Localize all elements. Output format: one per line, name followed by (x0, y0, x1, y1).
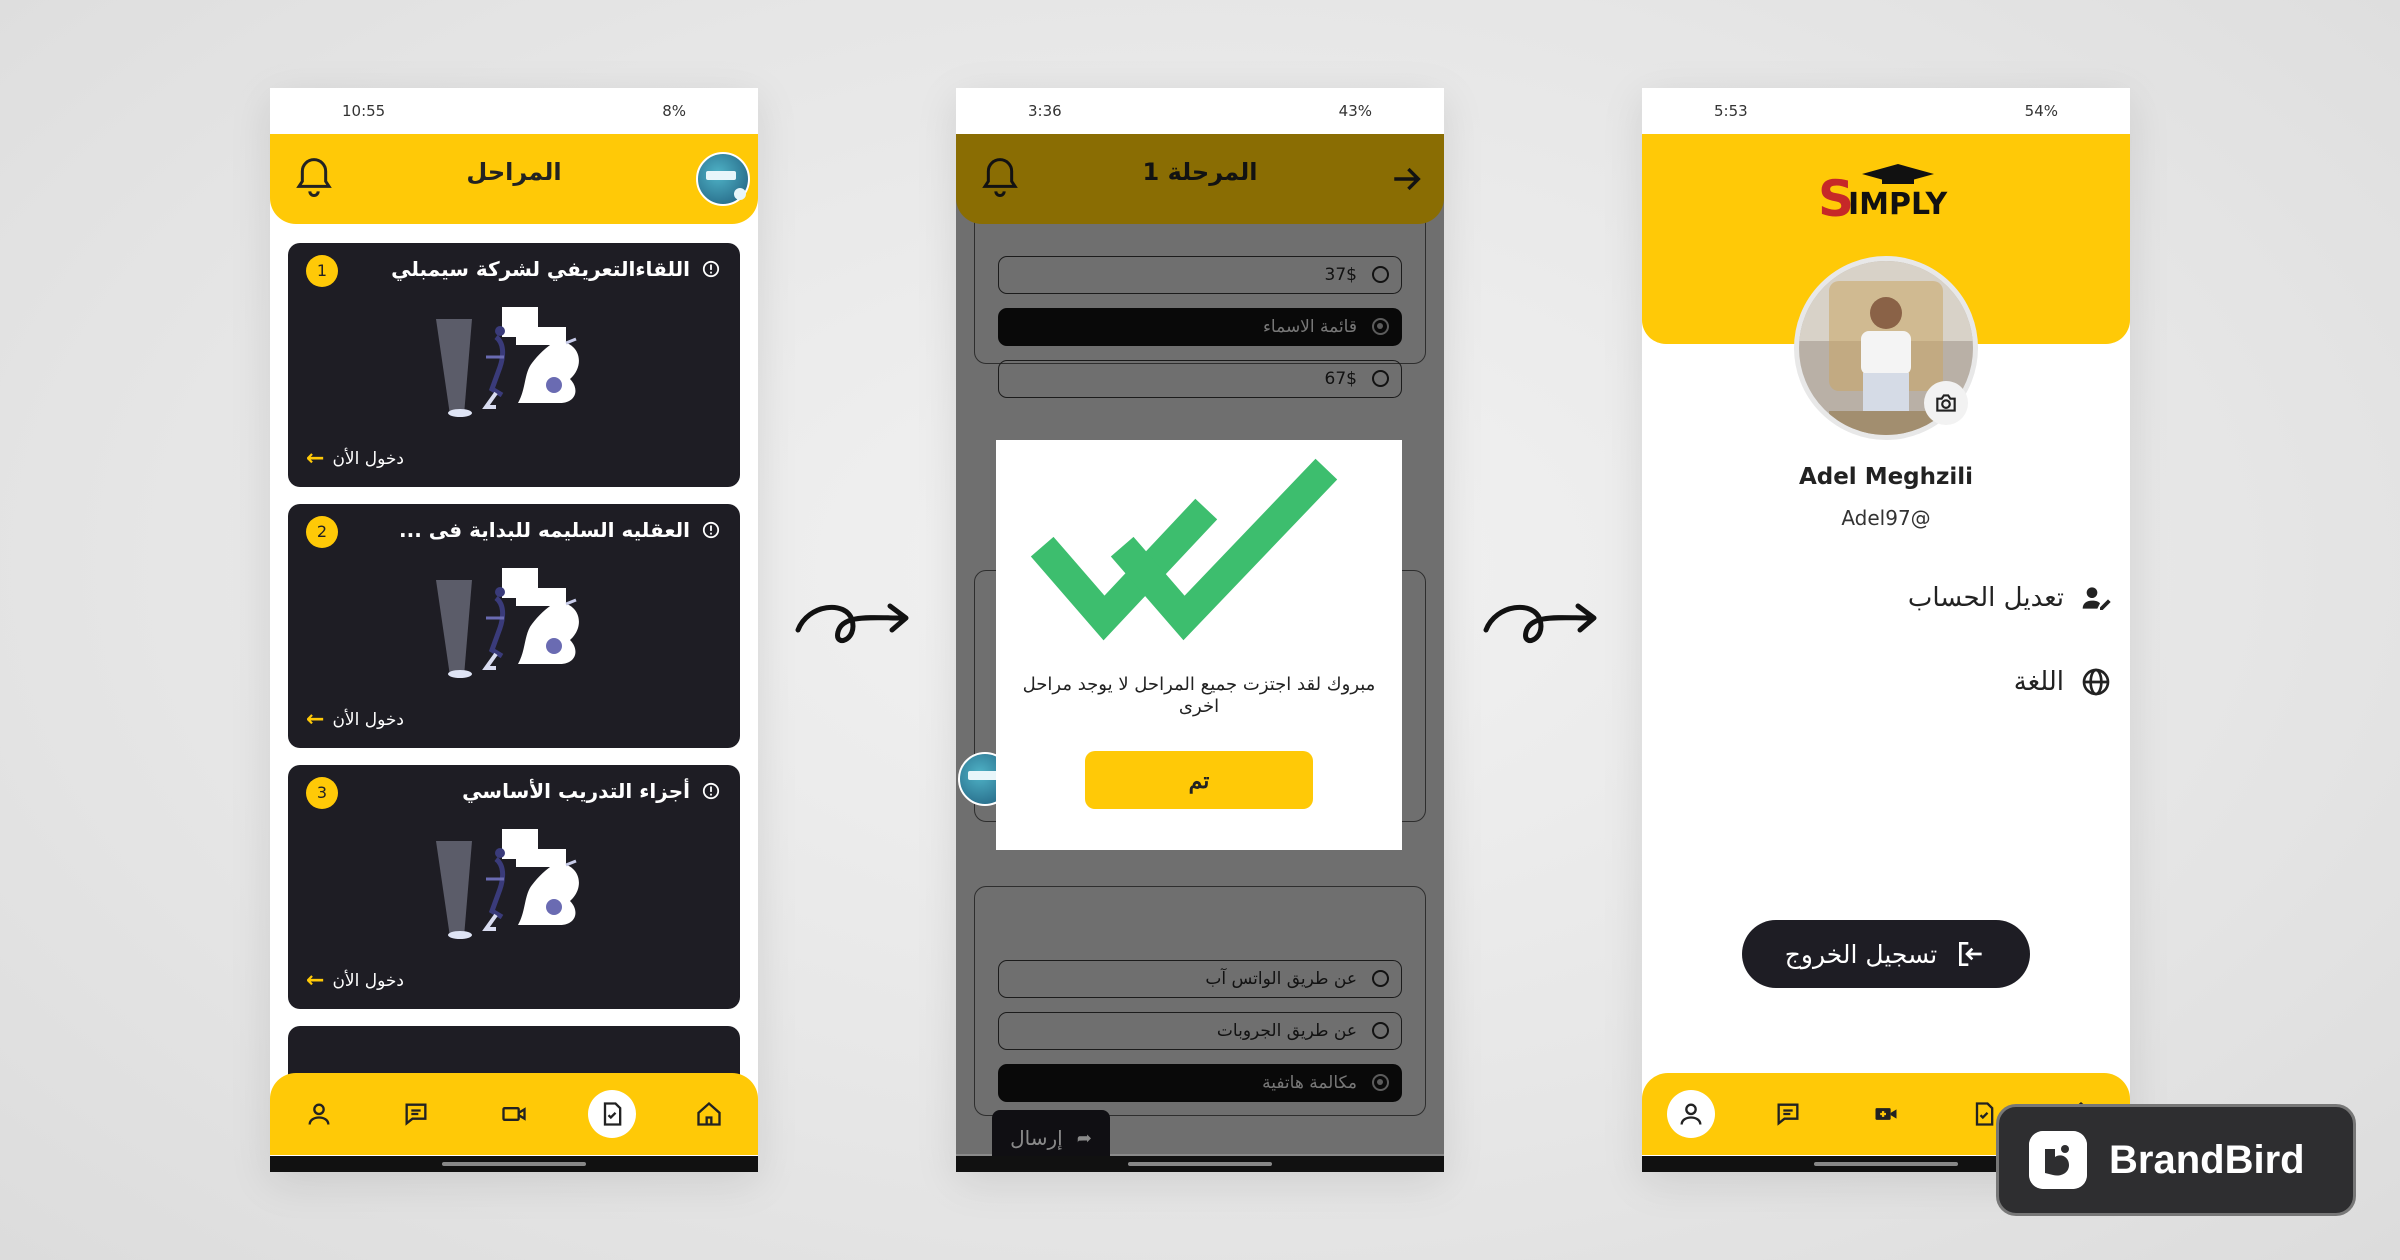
svg-text:IMPLY: IMPLY (1848, 187, 1948, 222)
dialog-message: مبروك لقد اجتزت جميع المراحل لا يوجد مرا… (1022, 674, 1376, 717)
enter-label: دخول الأن (332, 970, 404, 991)
success-dialog: مبروك لقد اجتزت جميع المراحل لا يوجد مرا… (996, 440, 1402, 850)
arrow-left-icon: ← (306, 707, 325, 732)
enter-label: دخول الأن (332, 709, 404, 730)
app-header: المراحل (270, 134, 758, 224)
home-indicator[interactable] (1128, 1162, 1272, 1166)
phone-stage-quiz-screen: 3:36 43% 37$ قائمة الاسماء 67$ عن طريق ا… (956, 88, 1444, 1172)
nav-chat[interactable] (392, 1090, 440, 1138)
nav-home[interactable] (685, 1090, 733, 1138)
chat-icon (405, 1103, 427, 1126)
stage-illustration (436, 829, 579, 939)
stage-number-badge: 3 (306, 777, 338, 809)
nav-profile[interactable] (1666, 1090, 1715, 1138)
enter-stage-link[interactable]: ← دخول الأن (306, 446, 404, 471)
ok-button[interactable]: تم (1085, 751, 1313, 809)
info-icon[interactable] (702, 782, 720, 800)
stage-illustration (436, 568, 579, 678)
stage-number-badge: 1 (306, 255, 338, 287)
home-icon (697, 1101, 721, 1126)
chat-icon (1777, 1103, 1799, 1126)
phone-stages-screen: 10:55 8% المراحل 1 اللقاءالتعريفي لشركة … (270, 88, 758, 1172)
flow-arrow-icon (795, 603, 909, 643)
user-name: Adel Meghzili (1798, 464, 1974, 490)
status-battery: 43% (1338, 102, 1372, 120)
nav-video[interactable] (490, 1090, 538, 1138)
logout-label: تسجيل الخروج (1784, 939, 1938, 969)
logout-icon (1959, 942, 1982, 966)
arrow-left-icon: ← (306, 968, 325, 993)
logout-button[interactable]: تسجيل الخروج (1742, 920, 2030, 988)
brand-name: BrandBird (2109, 1137, 2305, 1182)
status-time: 3:36 (1028, 102, 1062, 120)
info-icon[interactable] (702, 260, 720, 278)
info-icon[interactable] (702, 521, 720, 539)
video-icon (502, 1107, 526, 1121)
page-title: المراحل (466, 158, 562, 186)
double-check-icon (1030, 458, 1338, 641)
bottom-nav (270, 1073, 758, 1155)
stage-title: أجزاء التدريب الأساسي (462, 779, 690, 803)
enter-stage-link[interactable]: ← دخول الأن (306, 968, 404, 993)
company-logo-badge[interactable] (696, 152, 750, 206)
edit-account-label: تعديل الحساب (1907, 583, 2064, 613)
status-bar: 5:53 54% (1642, 88, 2130, 134)
user-edit-icon (2082, 587, 2111, 610)
status-bar: 3:36 43% (956, 88, 1444, 134)
video-add-icon (1875, 1108, 1897, 1120)
stage-title: اللقاءالتعريفي لشركة سيمبلي (391, 257, 690, 281)
language-label: اللغة (2013, 667, 2064, 697)
flow-arrow-icon (1483, 603, 1597, 643)
checklist-icon (603, 1102, 621, 1126)
camera-icon (1936, 394, 1956, 412)
home-indicator[interactable] (1814, 1162, 1958, 1166)
home-indicator[interactable] (442, 1162, 586, 1166)
stage-illustration (436, 307, 579, 417)
enter-label: دخول الأن (332, 448, 404, 469)
nav-video[interactable] (1862, 1090, 1910, 1138)
nav-stages[interactable] (587, 1090, 636, 1138)
brandbird-logo-icon (2029, 1131, 2087, 1189)
status-battery: 8% (662, 102, 686, 120)
status-battery: 54% (2024, 102, 2058, 120)
globe-icon (2082, 668, 2110, 696)
brandbird-watermark: BrandBird (1996, 1104, 2356, 1216)
status-time: 10:55 (342, 102, 386, 120)
edit-account-item[interactable]: تعديل الحساب (1908, 582, 2112, 614)
arrow-left-icon: ← (306, 446, 325, 471)
user-handle: Adel97@ (1841, 506, 1931, 530)
language-item[interactable]: اللغة (2014, 666, 2112, 698)
stage-card[interactable]: 3 أجزاء التدريب الأساسي ← دخول الأن (288, 765, 740, 1009)
status-bar: 10:55 8% (270, 88, 758, 134)
enter-stage-link[interactable]: ← دخول الأن (306, 707, 404, 732)
simply-logo: S IMPLY (1818, 164, 1948, 222)
phone-profile-screen: 5:53 54% S IMPLY Adel Meghzili Adel97@ ت… (1642, 88, 2130, 1172)
stage-card[interactable]: 2 العقليه السليمه للبداية فى ... ← دخول ا… (288, 504, 740, 748)
checklist-icon (1975, 1102, 1993, 1126)
stage-number-badge: 2 (306, 516, 338, 548)
user-icon (308, 1103, 330, 1125)
nav-chat[interactable] (1764, 1090, 1812, 1138)
stage-title: العقليه السليمه للبداية فى ... (399, 518, 690, 542)
nav-profile[interactable] (295, 1090, 343, 1138)
stage-card[interactable]: 1 اللقاءالتعريفي لشركة سيمبلي ← دخول الأن (288, 243, 740, 487)
user-icon (1680, 1103, 1702, 1125)
status-time: 5:53 (1714, 102, 1748, 120)
change-photo-button[interactable] (1924, 381, 1968, 425)
